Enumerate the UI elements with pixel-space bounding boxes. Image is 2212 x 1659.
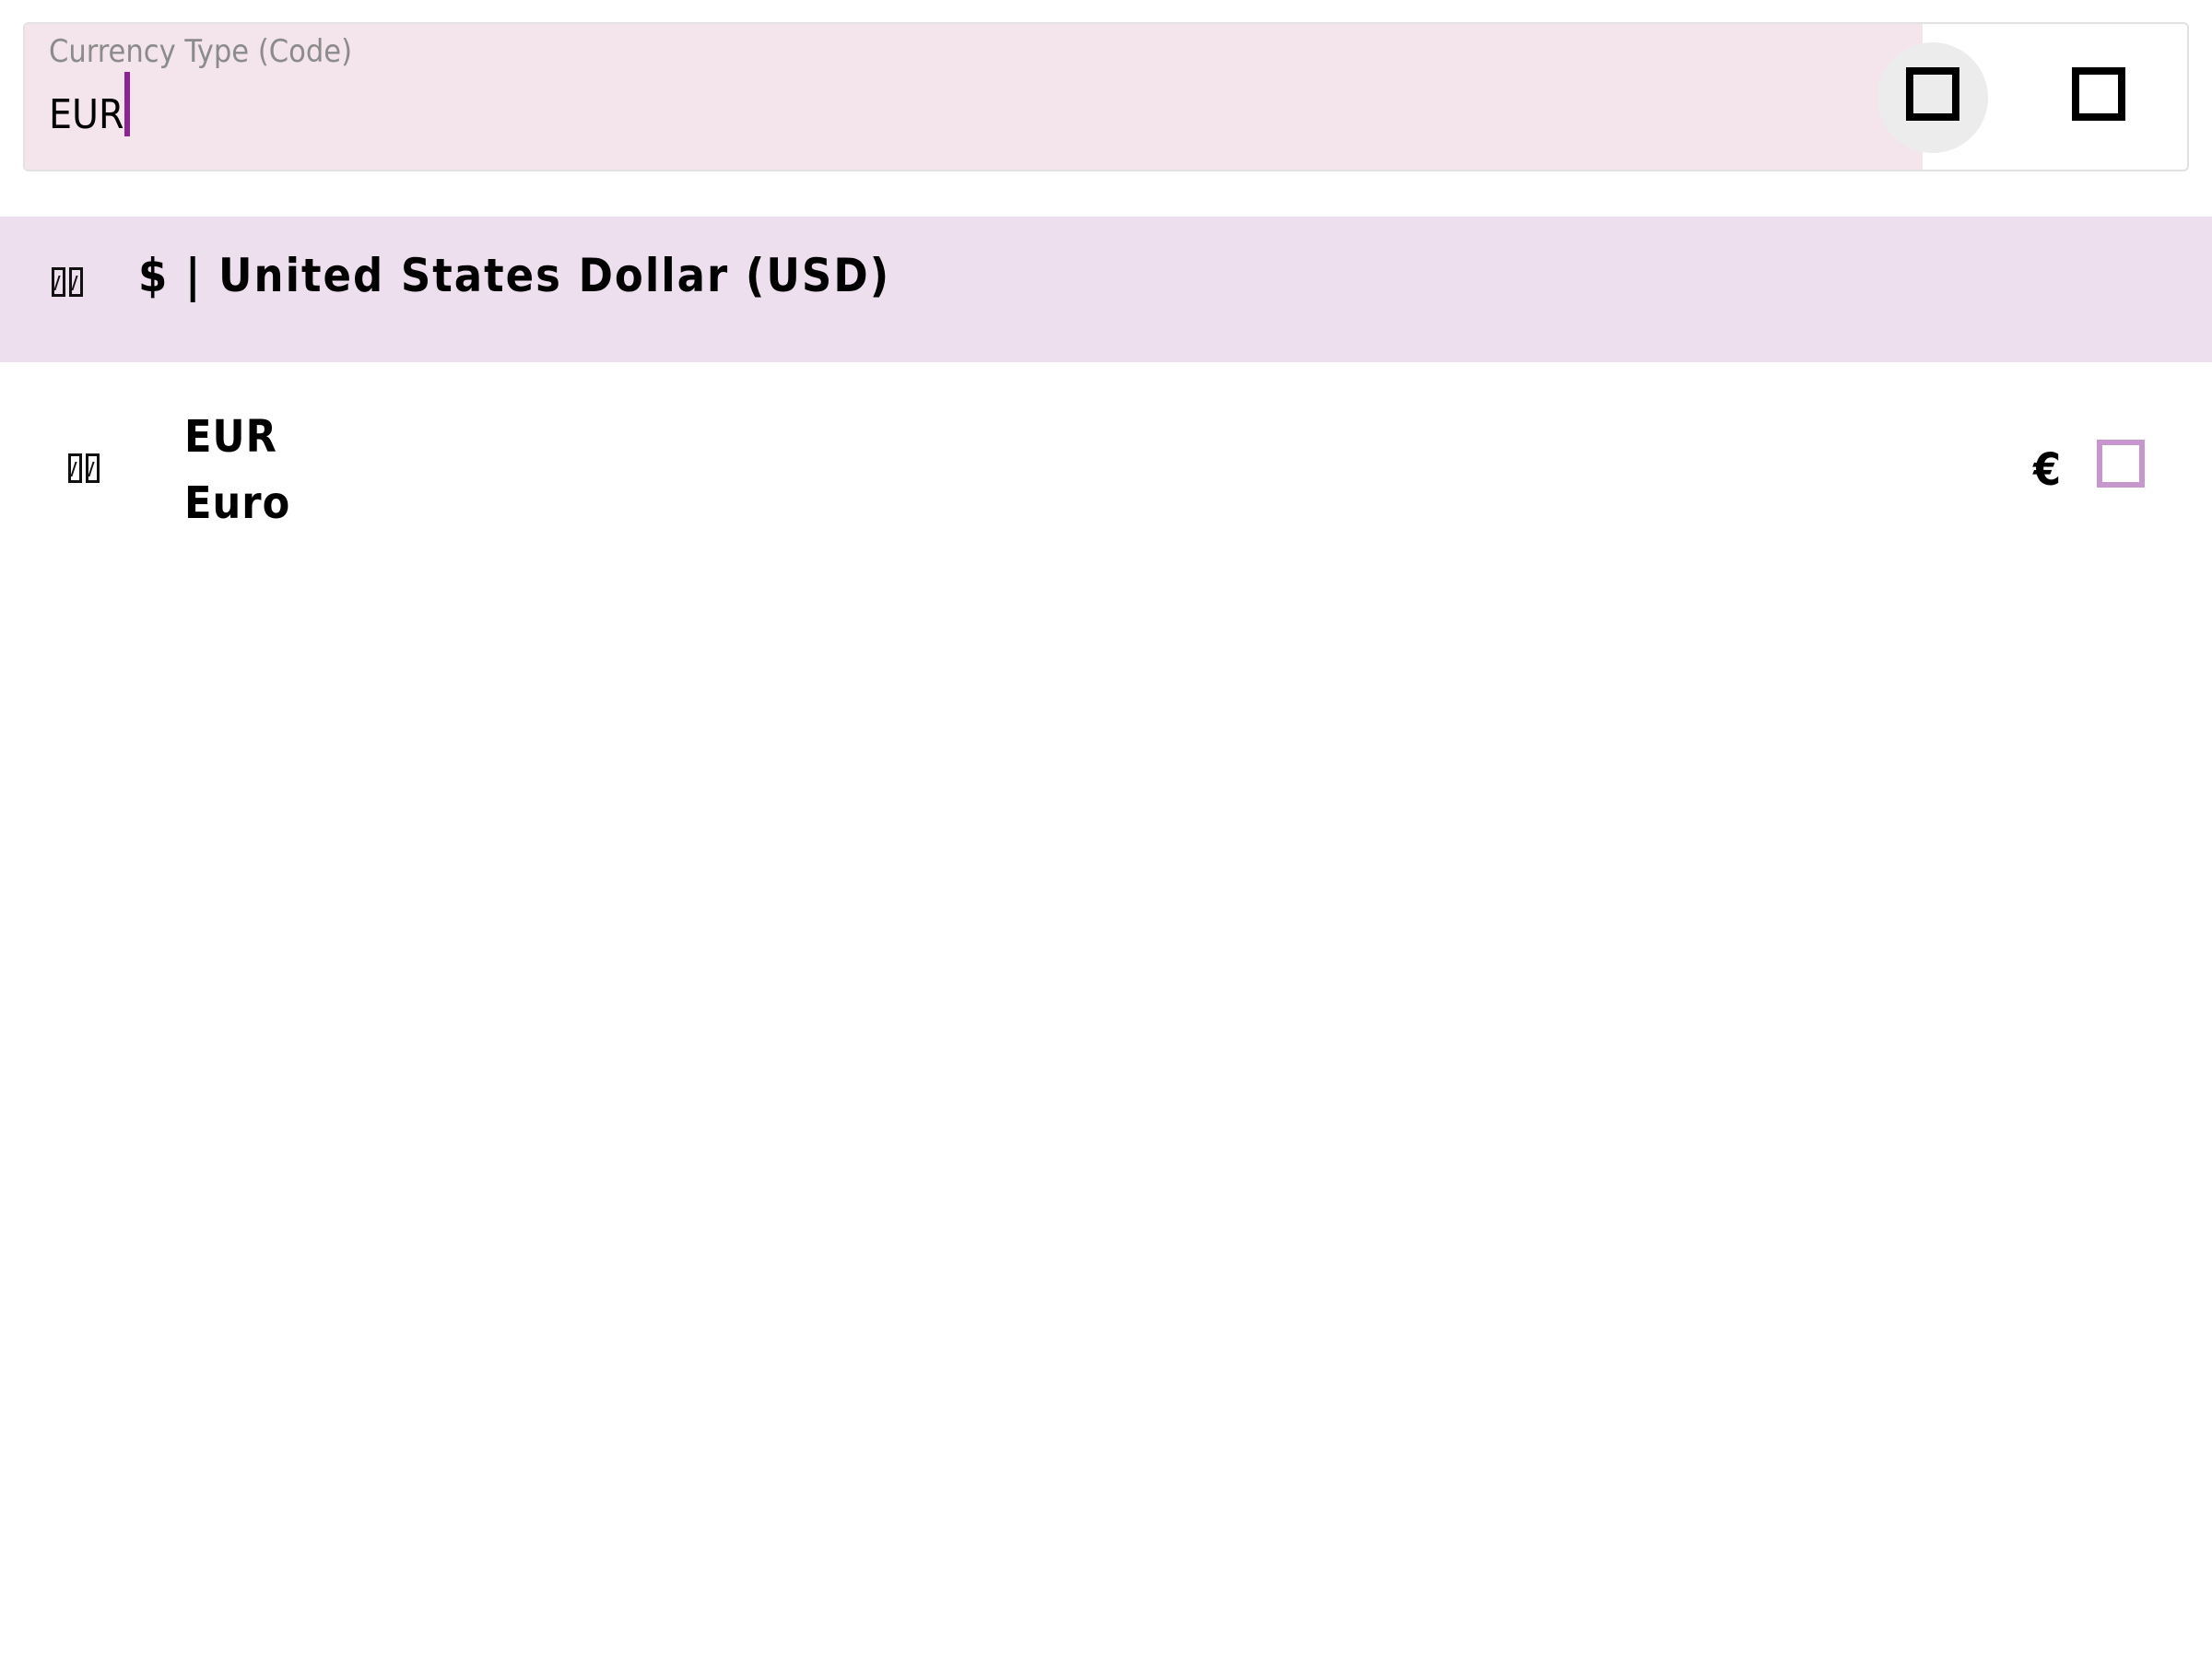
clear-search-button[interactable]: [1877, 42, 1988, 153]
search-label: Currency Type (Code): [49, 33, 353, 70]
flag-icon: [52, 267, 83, 297]
currency-name: Euro: [184, 477, 291, 529]
search-action-button[interactable]: [2043, 42, 2154, 153]
currency-search-field[interactable]: Currency Type (Code): [23, 22, 2189, 171]
currency-symbol: €: [2033, 444, 2062, 496]
square-icon: [1906, 67, 1959, 121]
currency-list-item[interactable]: [0, 362, 2212, 574]
currency-code: EUR: [184, 411, 277, 463]
currency-select-checkbox[interactable]: [2097, 440, 2145, 488]
currency-search-input[interactable]: [49, 81, 1874, 147]
flag-icon: [68, 453, 100, 483]
text-caret: [124, 72, 130, 136]
square-icon: [2072, 67, 2125, 121]
selected-currency-label: $ | United States Dollar (USD): [138, 249, 891, 302]
